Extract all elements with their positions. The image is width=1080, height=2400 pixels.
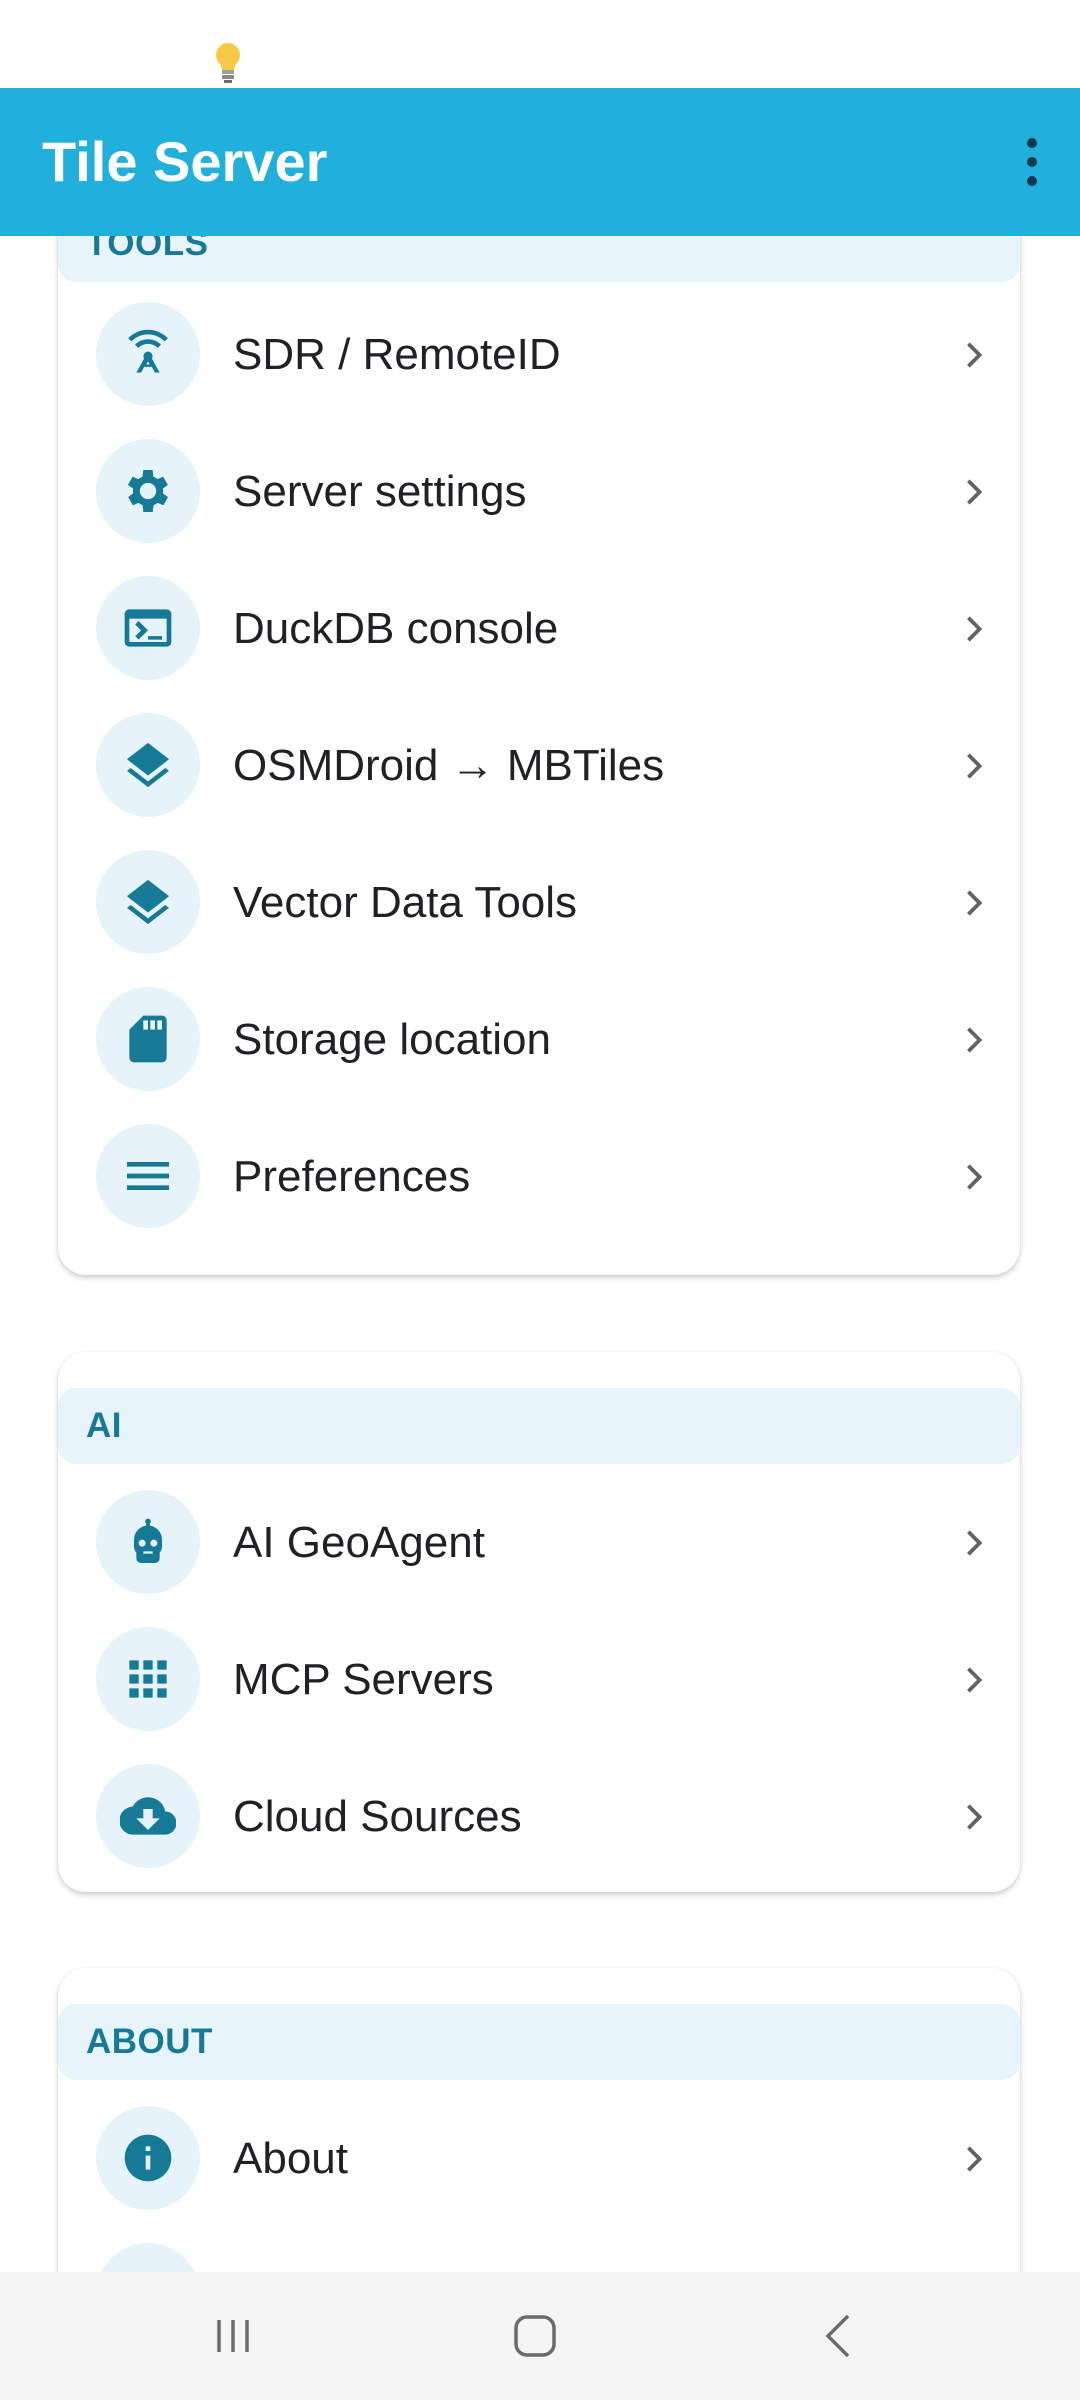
menu-icon — [96, 1124, 200, 1228]
layers-icon — [96, 713, 200, 817]
menu-item-cloud-sources[interactable]: Cloud Sources — [58, 1748, 1020, 1885]
section-header-tools: TOOLS — [58, 236, 1020, 282]
app-title: Tile Server — [42, 130, 328, 193]
chevron-right-icon — [964, 697, 984, 834]
system-nav-bar — [0, 2272, 1080, 2400]
menu-item-label: DuckDB console — [233, 604, 559, 653]
gear-icon — [96, 439, 200, 543]
chevron-right-icon — [964, 1748, 984, 1885]
chevron-right-icon — [964, 1108, 984, 1245]
section-header-ai: AI — [58, 1388, 1020, 1464]
tools-card: TOOLS SDR / RemoteID Server settings Duc… — [58, 236, 1020, 1275]
chevron-right-icon — [964, 423, 984, 560]
chevron-right-icon — [964, 1611, 984, 1748]
terminal-icon — [96, 576, 200, 680]
menu-item-storage-location[interactable]: Storage location — [58, 971, 1020, 1108]
robot-icon — [96, 1490, 200, 1594]
menu-item-duckdb-console[interactable]: DuckDB console — [58, 560, 1020, 697]
chevron-right-icon — [964, 2090, 984, 2227]
app-bar: Tile Server — [0, 88, 1080, 236]
home-icon[interactable] — [475, 2296, 595, 2376]
chevron-right-icon — [964, 834, 984, 971]
menu-item-label: MCP Servers — [233, 1655, 494, 1704]
chevron-right-icon — [964, 560, 984, 697]
menu-item-label: Vector Data Tools — [233, 878, 578, 927]
more-vert-icon[interactable] — [984, 88, 1080, 236]
section-header-about: ABOUT — [58, 2004, 1020, 2080]
menu-item-sdr-remoteid[interactable]: SDR / RemoteID — [58, 286, 1020, 423]
sd-card-icon — [96, 987, 200, 1091]
menu-item-label: Server settings — [233, 467, 527, 516]
back-icon[interactable] — [778, 2296, 898, 2376]
antenna-icon — [96, 302, 200, 406]
chevron-right-icon — [964, 971, 984, 1108]
chevron-right-icon — [964, 286, 984, 423]
ai-card: AI AI GeoAgent MCP Servers Cloud Sources — [58, 1352, 1020, 1892]
menu-item-label: Cloud Sources — [233, 1792, 522, 1841]
menu-item-preferences[interactable]: Preferences — [58, 1108, 1020, 1245]
menu-item-ai-geoagent[interactable]: AI GeoAgent — [58, 1474, 1020, 1611]
info-icon — [96, 2106, 200, 2210]
about-card: ABOUT About — [58, 1968, 1020, 2272]
menu-item-label: About — [233, 2134, 348, 2183]
menu-item-server-settings[interactable]: Server settings — [58, 423, 1020, 560]
menu-item-mcp-servers[interactable]: MCP Servers — [58, 1611, 1020, 1748]
menu-item-label: OSMDroid → MBTiles — [233, 741, 665, 790]
status-bar — [0, 0, 1080, 88]
lightbulb-icon — [216, 43, 240, 83]
layers-icon — [96, 850, 200, 954]
menu-item-partial[interactable] — [58, 2227, 1020, 2272]
menu-item-label: SDR / RemoteID — [233, 330, 561, 379]
menu-item-label: Storage location — [233, 1015, 551, 1064]
cloud-download-icon — [96, 1764, 200, 1868]
menu-item-vector-data-tools[interactable]: Vector Data Tools — [58, 834, 1020, 971]
menu-item-label: AI GeoAgent — [233, 1518, 485, 1567]
chevron-right-icon — [964, 1474, 984, 1611]
settings-list[interactable]: TOOLS SDR / RemoteID Server settings Duc… — [0, 236, 1080, 2272]
recents-icon[interactable] — [173, 2296, 293, 2376]
menu-item-osmdroid-mbtiles[interactable]: OSMDroid → MBTiles — [58, 697, 1020, 834]
menu-item-about[interactable]: About — [58, 2090, 1020, 2227]
menu-item-label: Preferences — [233, 1152, 471, 1201]
partial-icon — [96, 2243, 200, 2272]
grid-icon — [96, 1627, 200, 1731]
